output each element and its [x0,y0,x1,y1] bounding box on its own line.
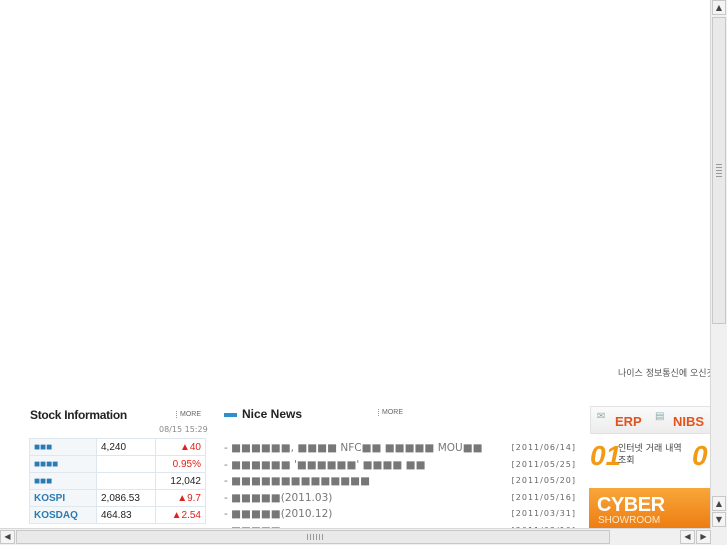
showroom-label: SHOWROOM [598,515,661,526]
stock-row: KOSDAQ 464.83 ▲2.54 [29,506,206,524]
stock-name[interactable]: KOSPI [29,489,97,507]
news-headline[interactable]: - ■■■■■(2010.12) [224,508,332,520]
banner-number-2: 0 [692,440,708,471]
scroll-up-small-arrow-icon[interactable]: ▲ [712,496,726,511]
stock-row: ■■■ 4,240 ▲40 [29,438,206,456]
nibs-link[interactable]: NIBS [673,414,704,429]
stock-change: ▲40 [155,438,206,456]
stock-change: 12,042 [155,472,206,490]
erp-nibs-banner: ✉ ERP ▤ NIBS [590,406,711,434]
erp-icon: ✉ [597,411,606,422]
stock-timestamp: 08/15 15:29 [159,425,208,434]
news-date: [2011/05/25] [511,459,576,469]
news-date: [2011/03/31] [511,509,576,518]
stock-value: 464.83 [96,506,156,524]
cyber-showroom-banner[interactable]: CYBER SHOWROOM [589,488,711,529]
scroll-left-small-arrow-icon[interactable]: ◀ [680,530,695,544]
news-item[interactable]: - ■■■■■■ '■■■■■■' ■■■■ ■■ [2011/05/25] [224,459,576,476]
nibs-icon: ▤ [655,411,665,422]
news-item[interactable]: - ■■■■■(2010.12) [2011/03/31] [224,508,576,525]
stock-row: KOSPI 2,086.53 ▲9.7 [29,489,206,507]
news-date: [2011/06/14] [511,443,576,452]
vertical-scrollbar[interactable]: ▲ ▲ ▼ [710,0,727,529]
stock-title: Stock Information [30,408,127,422]
banner-text: 인터넷 거래 내역조회 [618,444,682,466]
stock-row: ■■■ 12,042 [29,472,206,490]
stock-more-link[interactable]: MORE [176,411,201,418]
banner-number: 01 [590,440,622,471]
stock-value [96,455,156,473]
news-item[interactable]: - ■■■■■■■■■■■■■■ [2011/05/20] [224,475,576,492]
page-notice: 나이스 정보통신에 오신것을 [618,369,711,379]
vertical-scroll-thumb[interactable] [712,17,726,324]
cyber-label: CYBER [597,494,665,516]
stock-value: 4,240 [96,438,156,456]
grip-icon [716,164,722,178]
news-title-bar [224,413,237,417]
scroll-right-arrow-icon[interactable]: ▶ [696,530,711,544]
news-item[interactable]: - ■■■■■■, ■■■■ NFC■■ ■■■■■ MOU■■ [2011/06… [224,442,576,459]
news-item[interactable]: - ■■■■■(2011.03) [2011/05/16] [224,492,576,509]
stock-row: ■■■■ 0.95% [29,455,206,473]
stock-change: ▲9.7 [155,489,206,507]
horizontal-scrollbar[interactable]: ◀ ◀ ▶ [0,528,711,545]
scroll-down-arrow-icon[interactable]: ▼ [712,512,726,527]
scroll-corner [711,529,727,545]
stock-change: ▲2.54 [155,506,206,524]
scroll-up-arrow-icon[interactable]: ▲ [712,0,726,15]
stock-value: 2,086.53 [96,489,156,507]
scroll-left-arrow-icon[interactable]: ◀ [0,530,15,544]
news-list: - ■■■■■■, ■■■■ NFC■■ ■■■■■ MOU■■ [2011/06… [224,442,576,541]
horizontal-scroll-thumb[interactable] [16,530,610,544]
news-date: [2011/05/16] [511,492,576,502]
news-title: Nice News [242,407,303,421]
stock-name[interactable]: KOSDAQ [29,506,97,524]
news-headline[interactable]: - ■■■■■■■■■■■■■■ [224,475,370,487]
stock-table: ■■■ 4,240 ▲40 ■■■■ 0.95% ■■■ 12,042 KOSPI 2,086.… [29,438,206,524]
news-more-link[interactable]: MORE [378,409,403,416]
stock-name[interactable]: ■■■ [29,438,97,456]
news-date: [2011/05/20] [511,476,576,485]
news-headline[interactable]: - ■■■■■■ '■■■■■■' ■■■■ ■■ [224,459,425,471]
erp-link[interactable]: ERP [615,414,642,429]
transaction-inquiry-banner[interactable]: 01 인터넷 거래 내역조회 0 [588,440,711,480]
stock-name[interactable]: ■■■■ [29,455,97,473]
stock-name[interactable]: ■■■ [29,472,97,490]
news-headline[interactable]: - ■■■■■(2011.03) [224,492,332,504]
stock-change: 0.95% [155,455,206,473]
grip-icon [307,534,323,540]
news-headline[interactable]: - ■■■■■■, ■■■■ NFC■■ ■■■■■ MOU■■ [224,442,483,454]
stock-value [96,472,156,490]
